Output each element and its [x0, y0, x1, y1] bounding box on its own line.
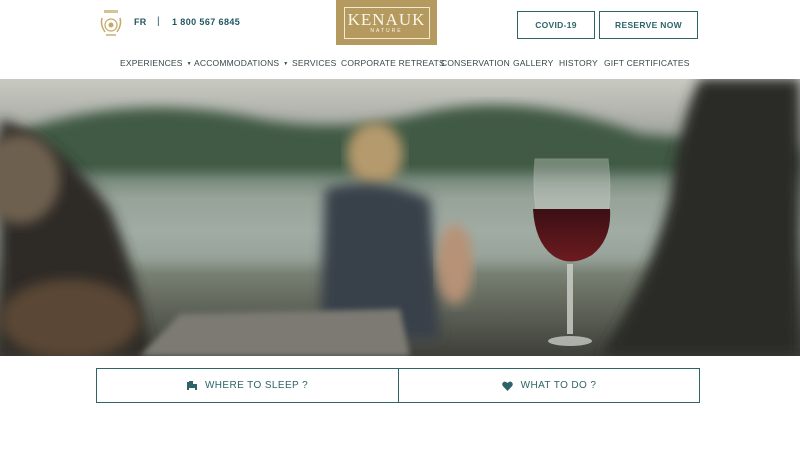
- where-to-sleep-label: WHERE TO SLEEP ?: [204, 380, 309, 391]
- what-to-do-button[interactable]: WHAT TO DO ?: [398, 368, 700, 403]
- kenauk-logo[interactable]: KENAUK NATURE: [336, 0, 437, 45]
- heart-icon: [501, 381, 513, 391]
- hero-image: [0, 79, 800, 356]
- nav-item-corporate-retreats[interactable]: CORPORATE RETREATS: [341, 58, 445, 68]
- nav-item-history[interactable]: HISTORY: [559, 58, 598, 68]
- nav-item-gift-certificates[interactable]: GIFT CERTIFICATES: [604, 58, 690, 68]
- nav-item-experiences[interactable]: EXPERIENCES ▼: [120, 58, 192, 68]
- laurel-award-icon: [97, 8, 125, 38]
- top-bar: FR | 1 800 567 6845 KENAUK NATURE COVID-…: [0, 0, 800, 48]
- logo-sub-text: NATURE: [370, 27, 403, 34]
- phone-link[interactable]: 1 800 567 6845: [172, 17, 240, 27]
- header-separator: |: [157, 16, 160, 27]
- nav-item-accommodations[interactable]: ACCOMMODATIONS ▼: [194, 58, 288, 68]
- reserve-now-button[interactable]: RESERVE NOW: [599, 11, 698, 39]
- nav-item-conservation[interactable]: CONSERVATION: [441, 58, 510, 68]
- language-switch-link[interactable]: FR: [134, 17, 147, 27]
- nav-item-gallery[interactable]: GALLERY: [513, 58, 553, 68]
- main-nav: EXPERIENCES ▼ ACCOMMODATIONS ▼ SERVICES CO…: [0, 58, 800, 72]
- chevron-down-icon: ▼: [186, 60, 192, 67]
- chevron-down-icon: ▼: [283, 60, 289, 67]
- bed-icon: [186, 381, 197, 390]
- logo-main-text: KENAUK: [347, 9, 426, 29]
- covid-button[interactable]: COVID-19: [517, 11, 595, 39]
- where-to-sleep-button[interactable]: WHERE TO SLEEP ?: [96, 368, 399, 403]
- what-to-do-label: WHAT TO DO ?: [520, 380, 597, 391]
- nav-item-services[interactable]: SERVICES: [292, 58, 336, 68]
